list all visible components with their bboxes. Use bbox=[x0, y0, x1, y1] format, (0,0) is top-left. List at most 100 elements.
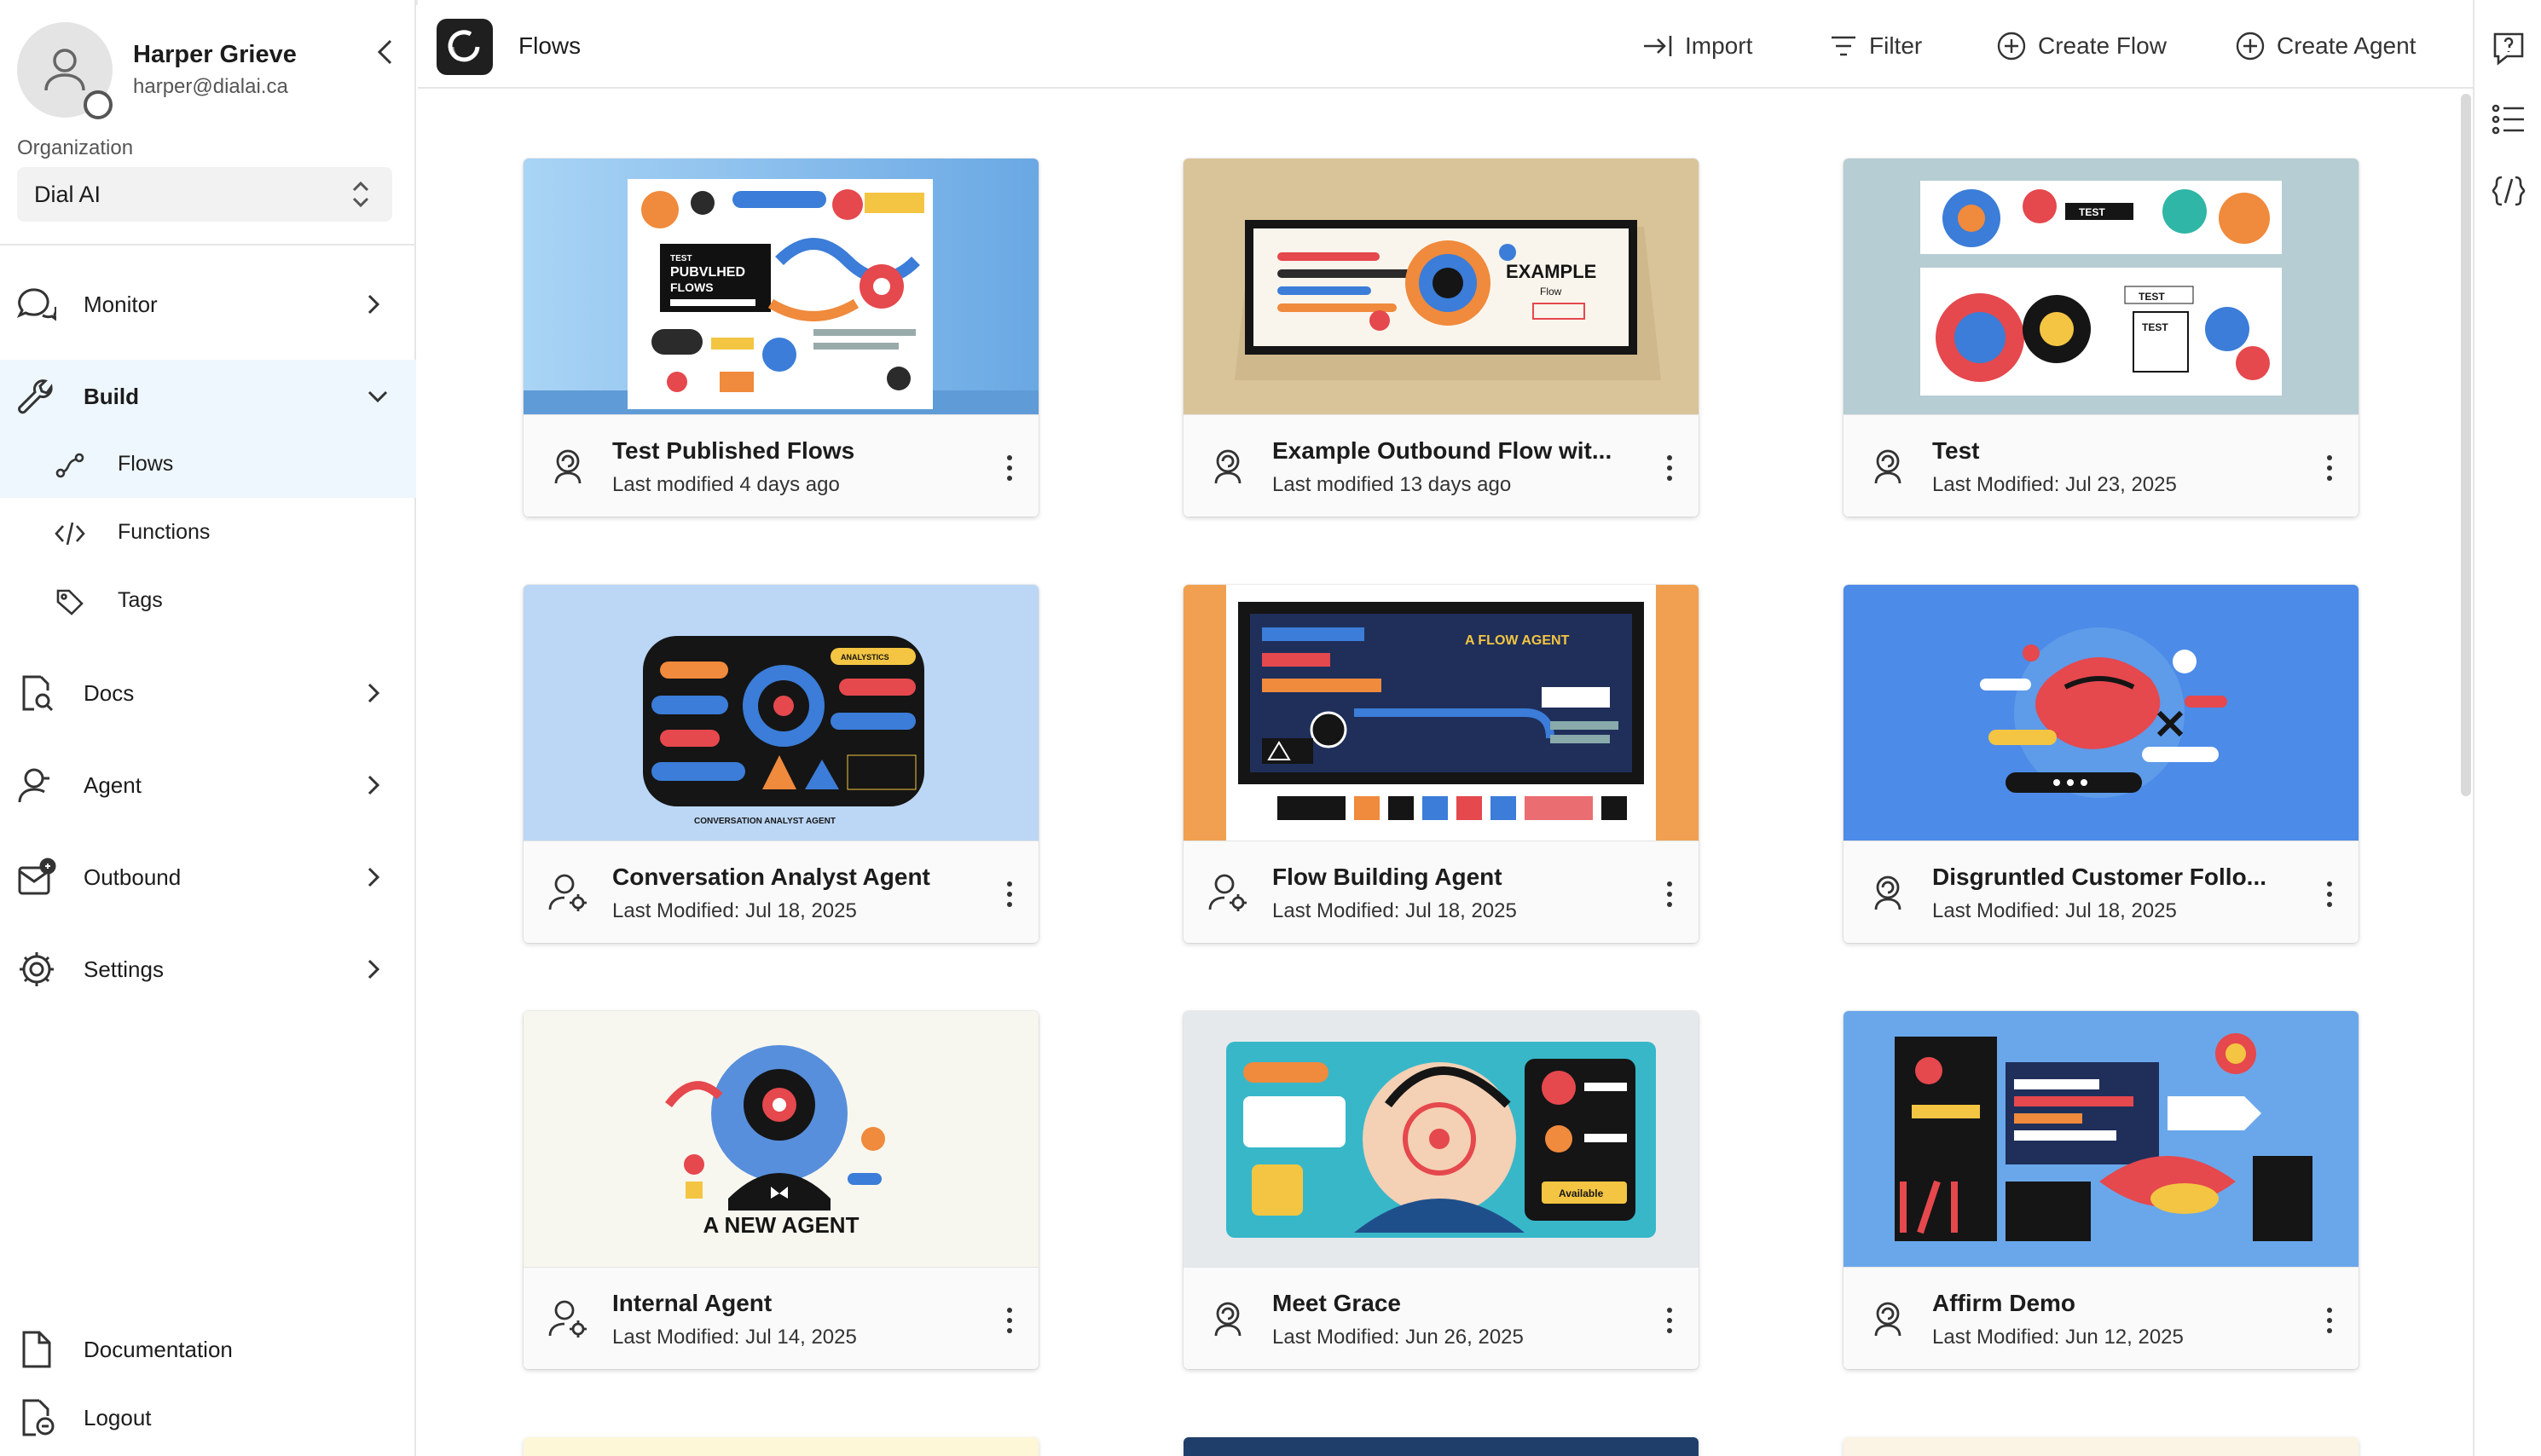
card-subtitle: Last modified 4 days ago bbox=[612, 473, 840, 496]
thumb-text: Available bbox=[1559, 1187, 1604, 1199]
top-bar: Flows Import Filter Create Flow Create A… bbox=[418, 0, 2473, 89]
help-chat-icon[interactable] bbox=[2490, 29, 2527, 66]
card-subtitle: Last Modified: Jul 14, 2025 bbox=[612, 1326, 857, 1349]
chevron-down-icon bbox=[368, 390, 388, 403]
thumb-text: A FLOW AGENT bbox=[1465, 633, 1570, 648]
card-subtitle: Last Modified: Jul 18, 2025 bbox=[1272, 899, 1517, 922]
agent-icon bbox=[548, 874, 587, 911]
flow-card[interactable]: A FLOW AGENT Flow Building Agent Last Mo… bbox=[1184, 585, 1699, 943]
sidebar-item-settings[interactable]: Settings bbox=[0, 933, 416, 1006]
sidebar-item-tags[interactable]: Tags bbox=[0, 568, 416, 634]
right-rail bbox=[2473, 0, 2541, 1456]
flow-card[interactable]: TEST PUBVLHED FLOWS Test Published Flows… bbox=[524, 159, 1039, 517]
wrench-icon bbox=[18, 379, 53, 414]
sidebar-item-flows[interactable]: Flows bbox=[0, 431, 416, 498]
import-label: Import bbox=[1685, 32, 1753, 59]
organization-value: Dial AI bbox=[34, 181, 101, 207]
card-footer: Disgruntled Customer Follo... Last Modif… bbox=[1844, 841, 2359, 943]
flow-card[interactable]: Affirm Demo Last Modified: Jun 12, 2025 bbox=[1844, 1011, 2359, 1369]
more-vertical-icon[interactable] bbox=[1003, 879, 1016, 910]
card-title: Meet Grace bbox=[1272, 1290, 1401, 1316]
sidebar-item-docs[interactable]: Docs bbox=[0, 656, 416, 730]
sidebar-item-build[interactable]: Build bbox=[0, 360, 416, 433]
more-vertical-icon[interactable] bbox=[2323, 879, 2336, 910]
filter-label: Filter bbox=[1869, 32, 1923, 59]
card-thumbnail: ANALYSTICS CONVERSATION ANALYST AGENT bbox=[524, 585, 1039, 841]
sidebar-item-label: Documentation bbox=[84, 1336, 233, 1362]
flow-icon bbox=[1874, 875, 1901, 910]
card-subtitle: Last Modified: Jul 18, 2025 bbox=[612, 899, 857, 922]
create-flow-label: Create Flow bbox=[2038, 32, 2167, 59]
create-flow-button[interactable]: Create Flow bbox=[1997, 26, 2167, 66]
more-vertical-icon[interactable] bbox=[1003, 453, 1016, 483]
card-thumbnail: Available bbox=[1184, 1011, 1699, 1267]
chat-bubbles-icon bbox=[17, 288, 56, 321]
flow-card[interactable]: Available Meet Grace Last Modified: Jun … bbox=[1184, 1011, 1699, 1369]
avatar[interactable] bbox=[17, 22, 113, 119]
card-footer: Affirm Demo Last Modified: Jun 12, 2025 bbox=[1844, 1267, 2359, 1369]
flow-card[interactable]: EXAMPLE Flow Example Outbound Flow wit..… bbox=[1184, 159, 1699, 517]
flow-card[interactable]: ANALYSTICS CONVERSATION ANALYST AGENT Co… bbox=[524, 585, 1039, 943]
status-indicator bbox=[84, 90, 113, 119]
content-scrollbar[interactable] bbox=[2461, 94, 2471, 796]
app-logo[interactable] bbox=[437, 19, 493, 75]
filter-icon bbox=[1832, 36, 1855, 56]
agent-headset-icon bbox=[18, 768, 49, 803]
more-vertical-icon[interactable] bbox=[1663, 879, 1676, 910]
sidebar-item-logout[interactable]: Logout bbox=[0, 1381, 416, 1454]
thumb-text: ANALYSTICS bbox=[841, 653, 889, 662]
organization-select[interactable]: Dial AI bbox=[17, 167, 392, 222]
thumb-text: A NEW AGENT bbox=[703, 1212, 860, 1238]
thumb-text: Flow bbox=[1540, 286, 1562, 298]
card-footer: Internal Agent Last Modified: Jul 14, 20… bbox=[524, 1267, 1039, 1369]
thumb-text: FLOWS bbox=[670, 280, 714, 294]
more-vertical-icon[interactable] bbox=[2323, 453, 2336, 483]
chevron-right-icon bbox=[368, 959, 380, 979]
more-vertical-icon[interactable] bbox=[2323, 1305, 2336, 1336]
file-icon bbox=[22, 1331, 51, 1368]
flow-card[interactable]: TEST TEST TEST Test Last Modified: Jul 2… bbox=[1844, 159, 2359, 517]
list-icon[interactable] bbox=[2490, 101, 2527, 138]
filter-button[interactable]: Filter bbox=[1830, 26, 1922, 66]
sidebar: Harper Grieve harper@dialai.ca Organizat… bbox=[0, 0, 416, 1456]
thumb-text: TEST bbox=[2142, 321, 2168, 333]
plus-circle-icon bbox=[2236, 32, 2265, 61]
card-title: Affirm Demo bbox=[1932, 1290, 2076, 1316]
card-footer: Flow Building Agent Last Modified: Jul 1… bbox=[1184, 841, 1699, 943]
user-email: harper@dialai.ca bbox=[133, 75, 288, 98]
card-thumbnail: TEST PUBVLHED FLOWS bbox=[524, 159, 1039, 414]
create-agent-button[interactable]: Create Agent bbox=[2236, 26, 2416, 66]
sidebar-item-outbound[interactable]: Outbound bbox=[0, 841, 416, 914]
more-vertical-icon[interactable] bbox=[1003, 1305, 1016, 1336]
flow-card[interactable]: A NEW AGENT Internal Agent Last Modified… bbox=[524, 1011, 1039, 1369]
user-profile[interactable]: Harper Grieve harper@dialai.ca bbox=[17, 22, 409, 133]
card-footer: Meet Grace Last Modified: Jun 26, 2025 bbox=[1184, 1267, 1699, 1369]
more-vertical-icon[interactable] bbox=[1663, 1305, 1676, 1336]
card-thumbnail: A NEW AGENT bbox=[524, 1011, 1039, 1267]
sidebar-item-label: Logout bbox=[84, 1404, 152, 1430]
code-brackets-icon[interactable] bbox=[2490, 172, 2527, 210]
card-footer: Test Published Flows Last modified 4 day… bbox=[524, 414, 1039, 517]
card-thumbnail: A FLOW AGENT bbox=[1184, 585, 1699, 841]
more-vertical-icon[interactable] bbox=[1663, 453, 1676, 483]
card-subtitle: Last Modified: Jun 26, 2025 bbox=[1272, 1326, 1524, 1349]
flow-path-icon bbox=[55, 453, 84, 478]
import-button[interactable]: Import bbox=[1642, 26, 1752, 66]
sidebar-item-agent[interactable]: Agent bbox=[0, 748, 416, 822]
flow-icon bbox=[1874, 1302, 1901, 1337]
logo-icon bbox=[448, 30, 480, 62]
flow-card-partial[interactable] bbox=[1844, 1437, 2359, 1456]
card-footer: Example Outbound Flow wit... Last modifi… bbox=[1184, 414, 1699, 517]
collapse-sidebar-button[interactable] bbox=[362, 29, 408, 75]
sidebar-item-monitor[interactable]: Monitor bbox=[0, 268, 416, 341]
card-title: Flow Building Agent bbox=[1272, 864, 1502, 890]
flow-card[interactable]: Disgruntled Customer Follo... Last Modif… bbox=[1844, 585, 2359, 943]
card-thumbnail bbox=[1844, 585, 2359, 841]
chevron-right-icon bbox=[368, 775, 380, 795]
flow-card-partial[interactable] bbox=[524, 1437, 1039, 1456]
chevron-right-icon bbox=[368, 683, 380, 703]
flow-card-partial[interactable] bbox=[1184, 1437, 1699, 1456]
card-title: Test Published Flows bbox=[612, 437, 855, 464]
sidebar-item-documentation[interactable]: Documentation bbox=[0, 1313, 416, 1386]
sidebar-item-functions[interactable]: Functions bbox=[0, 500, 416, 566]
